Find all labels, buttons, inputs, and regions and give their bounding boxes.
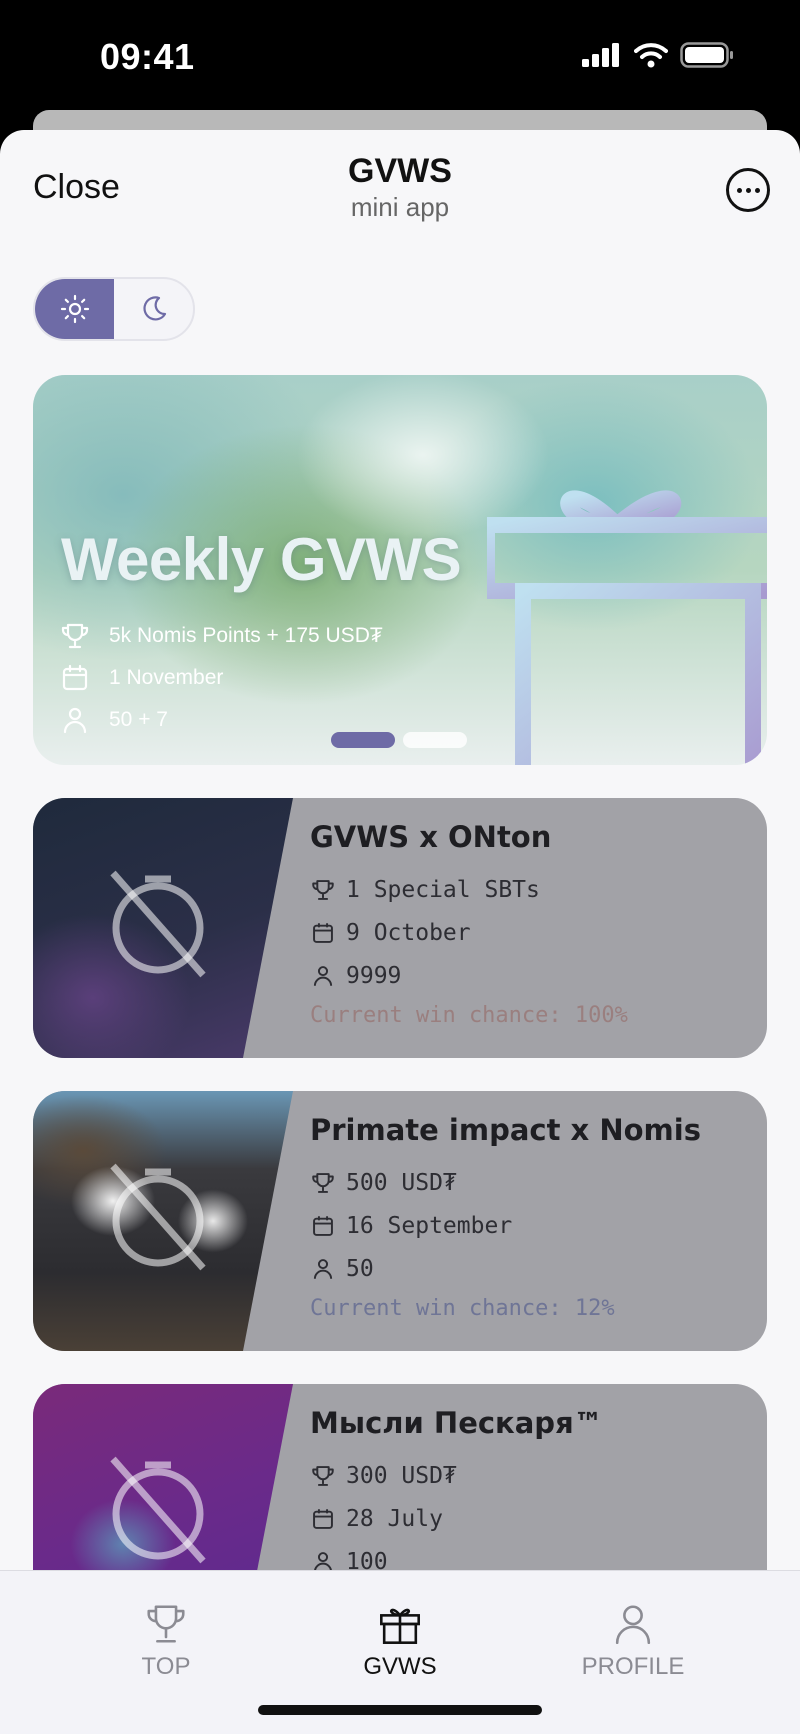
person-icon <box>63 707 87 734</box>
more-dot-icon <box>745 187 751 193</box>
tab-gvws-label: GVWS <box>363 1653 437 1680</box>
giveaway-participants-row: 9999 <box>310 954 628 997</box>
giveaway-date-row: 28 July <box>310 1497 603 1540</box>
giveaway-title: GVWS x ONton <box>310 820 552 854</box>
giveaway-prize-row: 1 Special SBTs <box>310 868 628 911</box>
trophy-icon <box>312 879 334 900</box>
featured-prize-row: 5k Nomis Points + 175 USD₮ <box>59 620 383 652</box>
calendar-icon <box>313 1508 333 1529</box>
featured-date: 1 November <box>109 666 224 689</box>
giveaway-card[interactable]: GVWS x ONton 1 Special SBTs 9 October 99… <box>33 798 767 1058</box>
giveaway-title: Мысли Пескаря™ <box>310 1406 603 1440</box>
giveaway-prize: 1 Special SBTs <box>346 876 540 903</box>
mini-app-sheet: Close GVWS mini app Weekly GVWS 5k Nomis <box>0 130 800 1734</box>
giveaway-prize: 300 USD₮ <box>346 1462 457 1489</box>
moon-icon <box>142 296 166 321</box>
tab-top[interactable]: TOP <box>86 1601 246 1681</box>
featured-giveaway-card[interactable]: Weekly GVWS 5k Nomis Points + 175 USD₮ 1… <box>33 375 767 765</box>
carousel-indicator <box>331 732 467 748</box>
giveaway-details: Primate impact x Nomis 500 USD₮ 16 Septe… <box>310 1113 701 1321</box>
battery-icon <box>680 42 733 68</box>
cellular-signal-icon <box>582 43 619 67</box>
person-icon <box>615 1605 651 1644</box>
status-time: 09:41 <box>100 36 195 77</box>
giveaway-title: Primate impact x Nomis <box>310 1113 701 1147</box>
more-dot-icon <box>754 187 760 193</box>
trophy-icon <box>312 1172 334 1193</box>
header: Close GVWS mini app <box>0 130 800 240</box>
giveaway-date: 16 September <box>346 1212 513 1239</box>
giveaway-prize-row: 500 USD₮ <box>310 1161 701 1204</box>
win-chance: Current win chance: 100% <box>310 1003 628 1028</box>
tab-profile[interactable]: PROFILE <box>553 1601 713 1681</box>
giveaway-prize-row: 300 USD₮ <box>310 1454 603 1497</box>
calendar-icon <box>313 1215 333 1236</box>
trophy-icon <box>61 623 89 649</box>
giveaway-participants: 9999 <box>346 962 402 989</box>
gift-illustration-icon <box>487 490 767 765</box>
carousel-dot[interactable] <box>403 732 467 748</box>
featured-giveaway-title: Weekly GVWS <box>61 526 462 593</box>
app-title: GVWS <box>348 152 452 190</box>
giveaway-thumbnail <box>33 798 293 1058</box>
image-unavailable-icon <box>110 1163 206 1271</box>
calendar-icon <box>313 922 333 943</box>
giveaway-card[interactable]: Primate impact x Nomis 500 USD₮ 16 Septe… <box>33 1091 767 1351</box>
giveaway-thumbnail <box>33 1091 293 1351</box>
person-icon <box>313 965 333 986</box>
giveaway-date-row: 16 September <box>310 1204 701 1247</box>
win-chance: Current win chance: 12% <box>310 1296 615 1321</box>
tab-top-label: TOP <box>141 1653 191 1680</box>
person-icon <box>313 1258 333 1279</box>
tab-gvws[interactable]: GVWS <box>320 1601 480 1681</box>
more-dot-icon <box>736 187 742 193</box>
dark-theme-option[interactable] <box>114 279 193 339</box>
giveaway-details: Мысли Пескаря™ 300 USD₮ 28 July 100 <box>310 1406 603 1583</box>
featured-participants: 50 + 7 <box>109 708 168 731</box>
featured-participants-row: 50 + 7 <box>59 704 168 736</box>
sun-icon <box>60 294 89 324</box>
status-bar: 09:41 <box>0 0 800 110</box>
featured-date-row: 1 November <box>59 662 223 694</box>
featured-prize: 5k Nomis Points + 175 USD₮ <box>109 624 383 647</box>
app-subtitle: mini app <box>350 192 450 222</box>
trophy-icon <box>147 1605 185 1643</box>
more-options-button[interactable] <box>726 168 770 212</box>
trophy-icon <box>312 1465 334 1486</box>
status-icons <box>582 42 734 68</box>
giveaway-participants-row: 50 <box>310 1247 701 1290</box>
giveaway-participants: 50 <box>346 1255 374 1282</box>
theme-toggle <box>33 277 195 341</box>
gift-icon <box>380 1608 420 1644</box>
image-unavailable-icon <box>110 870 206 978</box>
home-indicator <box>258 1705 542 1715</box>
giveaway-details: GVWS x ONton 1 Special SBTs 9 October 99… <box>310 820 628 1028</box>
wifi-icon <box>634 43 668 68</box>
giveaway-prize: 500 USD₮ <box>346 1169 457 1196</box>
calendar-icon <box>62 664 88 691</box>
image-unavailable-icon <box>110 1456 206 1564</box>
giveaway-date-row: 9 October <box>310 911 628 954</box>
giveaway-date: 28 July <box>346 1505 443 1532</box>
tab-profile-label: PROFILE <box>581 1653 685 1680</box>
carousel-dot-active[interactable] <box>331 732 395 748</box>
light-theme-option[interactable] <box>35 279 114 339</box>
giveaway-date: 9 October <box>346 919 471 946</box>
